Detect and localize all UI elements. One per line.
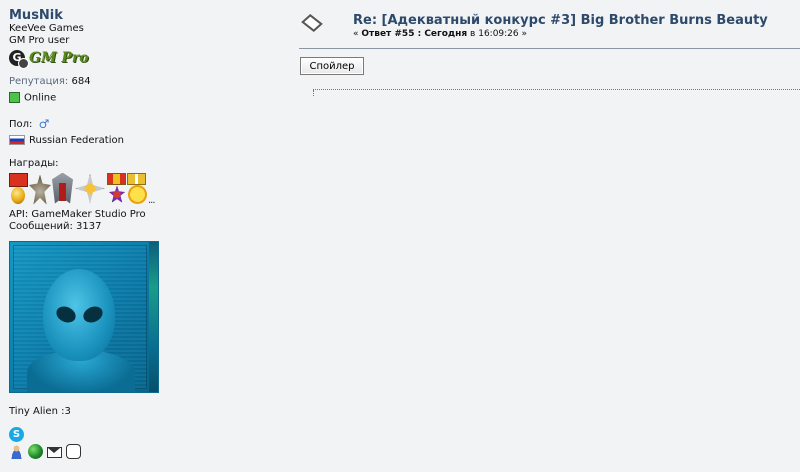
award-bronze-star-icon[interactable] xyxy=(29,174,51,205)
male-gender-icon: ♂ xyxy=(38,116,50,131)
reputation: Репутация: 684 xyxy=(9,76,170,88)
post-meta-close: » xyxy=(521,29,528,39)
russia-flag-icon xyxy=(9,134,25,145)
country-name: Russian Federation xyxy=(29,134,124,146)
contact-icons-row-1: S xyxy=(9,426,170,442)
avatar-strip xyxy=(149,241,158,392)
post-content: Re: [Адекватный конкурс #3] Big Brother … xyxy=(299,0,800,472)
poster-team: KeeVee Games xyxy=(9,23,84,34)
poster-username[interactable]: MusNik xyxy=(9,8,170,23)
skype-icon[interactable]: S xyxy=(9,426,24,442)
award-sun-medal-icon[interactable] xyxy=(128,184,147,204)
gender-label: Пол: xyxy=(9,118,33,130)
award-ribbon-3-icon[interactable] xyxy=(127,172,146,185)
gm-pro-badge: G GM Pro xyxy=(9,49,170,69)
avatar-alien-head xyxy=(43,268,115,361)
spoiler-content-area xyxy=(313,89,800,96)
award-shield-ribbon-icon xyxy=(59,182,66,201)
online-status: Online xyxy=(9,92,170,105)
country: Russian Federation xyxy=(9,134,170,147)
award-silver-star-icon[interactable] xyxy=(75,173,105,204)
message-icon xyxy=(301,13,323,33)
award-ribbon-icon[interactable] xyxy=(9,172,28,187)
online-status-icon xyxy=(9,92,20,103)
profile-icon[interactable] xyxy=(9,443,24,459)
avatar-caption: Tiny Alien :3 xyxy=(9,405,71,417)
gm-pro-badge-text: GM Pro xyxy=(29,50,89,66)
reputation-label: Репутация: xyxy=(9,76,69,87)
poster-group: GM Pro user xyxy=(9,35,70,46)
post-reply-number: Ответ #55 : Сегодня xyxy=(361,29,468,39)
avatar xyxy=(9,240,159,393)
awards-more[interactable]: ... xyxy=(148,195,155,206)
online-status-text: Online xyxy=(24,92,57,104)
gender: Пол: ♂ xyxy=(9,118,170,131)
personal-message-icon[interactable] xyxy=(66,443,81,459)
award-purple-star-icon[interactable] xyxy=(109,185,125,203)
post-subject[interactable]: Re: [Адекватный конкурс #3] Big Brother … xyxy=(353,13,768,28)
post-time: в 16:09:26 xyxy=(467,29,522,39)
spoiler-button[interactable]: Спойлер xyxy=(300,57,364,75)
gm-pro-badge-icon: G xyxy=(9,50,29,69)
poster-api: API: GameMaker Studio Pro xyxy=(9,208,146,220)
forum-post: MusNik KeeVee Games GM Pro user G GM Pro… xyxy=(0,0,800,472)
poster-post-count: Сообщений: 3137 xyxy=(9,220,102,232)
awards: ... xyxy=(9,172,159,207)
post-meta: « Ответ #55 : Сегодня в 16:09:26 » xyxy=(353,29,527,39)
awards-label: Награды: xyxy=(9,157,59,169)
award-ribbon-2-icon[interactable] xyxy=(107,172,126,185)
reputation-value: 684 xyxy=(71,76,91,87)
poster-profile: MusNik KeeVee Games GM Pro user G GM Pro… xyxy=(0,0,170,472)
contact-icons-row-2 xyxy=(9,443,170,459)
website-icon[interactable] xyxy=(28,443,43,459)
email-icon[interactable] xyxy=(47,446,62,458)
post-separator xyxy=(299,48,800,49)
award-gold-medal-icon[interactable] xyxy=(11,186,25,204)
